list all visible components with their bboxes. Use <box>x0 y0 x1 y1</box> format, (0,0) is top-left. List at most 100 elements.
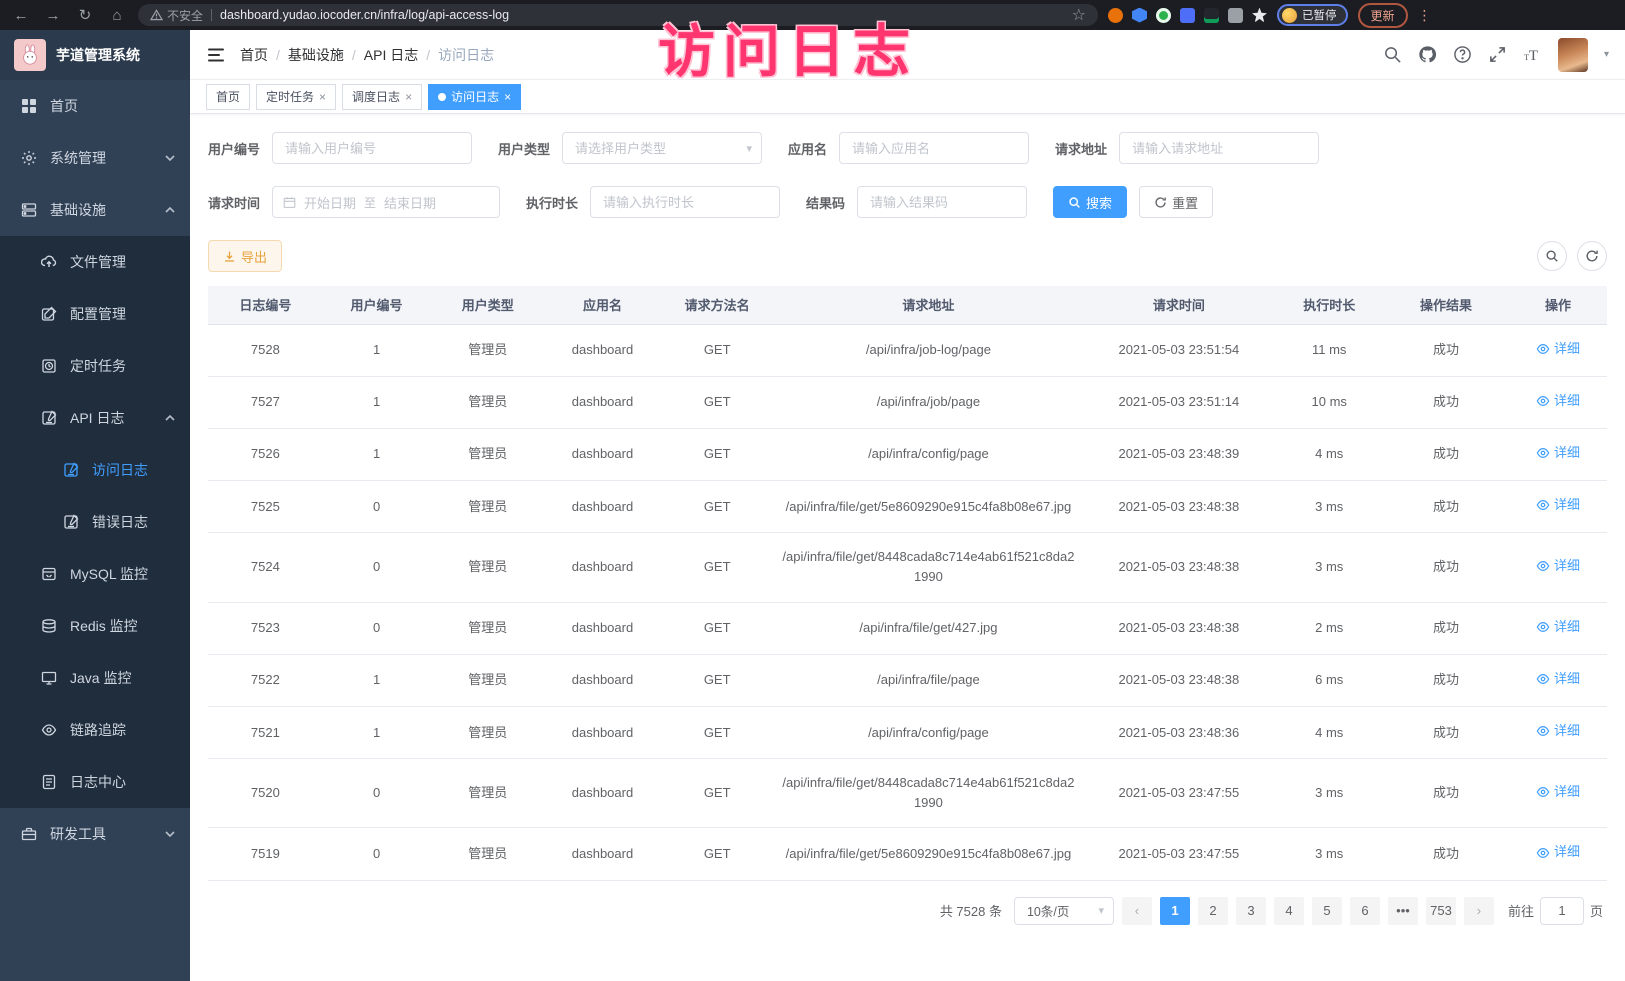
detail-button[interactable]: 详细 <box>1536 782 1580 802</box>
app-name-input[interactable] <box>839 132 1029 164</box>
browser-menu-icon[interactable]: ⋮ <box>1418 7 1432 24</box>
reset-button[interactable]: 重置 <box>1139 186 1213 218</box>
page-size-select[interactable]: ▾ <box>1014 897 1114 925</box>
detail-button[interactable]: 详细 <box>1536 556 1580 576</box>
browser-update-button[interactable]: 更新 <box>1358 3 1408 28</box>
browser-reload-button[interactable]: ↻ <box>74 6 96 24</box>
fullscreen-icon[interactable] <box>1488 45 1507 64</box>
search-icon <box>1068 196 1081 209</box>
page-button-5[interactable]: 5 <box>1312 897 1342 925</box>
sidebar-item-api-log[interactable]: API 日志 <box>0 392 190 444</box>
security-warning[interactable]: 不安全 <box>150 7 203 24</box>
detail-button[interactable]: 详细 <box>1536 391 1580 411</box>
tab-首页[interactable]: 首页 <box>206 84 250 110</box>
hamburger-icon[interactable] <box>206 45 226 65</box>
next-page-button[interactable]: › <box>1464 897 1494 925</box>
breadcrumb-item[interactable]: 首页 <box>240 45 268 65</box>
tab-访问日志[interactable]: 访问日志× <box>428 84 521 110</box>
close-icon[interactable]: × <box>504 90 511 104</box>
detail-button[interactable]: 详细 <box>1536 443 1580 463</box>
extension-icon[interactable] <box>1108 8 1123 23</box>
sidebar-item-home[interactable]: 首页 <box>0 80 190 132</box>
search-button[interactable]: 搜索 <box>1053 186 1127 218</box>
extension-icon[interactable] <box>1204 8 1219 23</box>
sidebar-item-system[interactable]: 系统管理 <box>0 132 190 184</box>
sidebar-item-log-center[interactable]: 日志中心 <box>0 756 190 808</box>
sidebar-item-dev-tools[interactable]: 研发工具 <box>0 808 190 860</box>
page-button-3[interactable]: 3 <box>1236 897 1266 925</box>
detail-button[interactable]: 详细 <box>1536 617 1580 637</box>
cell-method: GET <box>660 707 775 759</box>
pin-extension-icon[interactable] <box>1252 8 1267 23</box>
page-button-4[interactable]: 4 <box>1274 897 1304 925</box>
sidebar-item-redis[interactable]: Redis 监控 <box>0 600 190 652</box>
chevron-down-icon[interactable]: ▾ <box>1604 49 1609 60</box>
search-icon[interactable] <box>1383 45 1402 64</box>
user-id-input[interactable] <box>272 132 472 164</box>
close-icon[interactable]: × <box>405 90 412 104</box>
cell-method: GET <box>660 324 775 376</box>
user-type-select[interactable] <box>562 132 762 164</box>
sidebar-item-error-log[interactable]: 错误日志 <box>0 496 190 548</box>
extension-icon[interactable] <box>1132 8 1147 23</box>
tab-label: 首页 <box>216 88 240 105</box>
sidebar-item-label: 基础设施 <box>50 200 106 220</box>
browser-back-button[interactable]: ← <box>10 7 32 24</box>
duration-input[interactable] <box>590 186 780 218</box>
cell-request-url: /api/infra/config/page <box>775 428 1083 480</box>
refresh-table-button[interactable] <box>1577 241 1607 271</box>
extension-icon[interactable] <box>1180 8 1195 23</box>
address-bar[interactable]: 不安全 dashboard.yudao.iocoder.cn/infra/log… <box>138 4 1098 26</box>
help-icon[interactable] <box>1453 45 1472 64</box>
page-button-2[interactable]: 2 <box>1198 897 1228 925</box>
page-button-753[interactable]: 753 <box>1426 897 1456 925</box>
request-time-range-picker[interactable]: 开始日期 至 结束日期 <box>272 186 500 218</box>
browser-home-button[interactable]: ⌂ <box>106 7 128 24</box>
detail-button[interactable]: 详细 <box>1536 721 1580 741</box>
browser-profile-chip[interactable]: 已暂停 <box>1277 4 1348 26</box>
column-header: 执行时长 <box>1275 286 1383 324</box>
font-size-icon[interactable]: TT <box>1523 45 1542 64</box>
goto-page-input[interactable] <box>1540 897 1584 925</box>
cell-user-type: 管理员 <box>430 324 545 376</box>
extension-icon[interactable] <box>1228 8 1243 23</box>
detail-button[interactable]: 详细 <box>1536 669 1580 689</box>
breadcrumb-item[interactable]: API 日志 <box>364 45 418 65</box>
export-button[interactable]: 导出 <box>208 240 282 272</box>
more-pages-button[interactable]: ••• <box>1388 897 1418 925</box>
browser-forward-button[interactable]: → <box>42 7 64 24</box>
github-icon[interactable] <box>1418 45 1437 64</box>
sidebar-item-infra[interactable]: 基础设施 <box>0 184 190 236</box>
logo-rabbit-icon <box>14 39 46 71</box>
sidebar-item-job[interactable]: 定时任务 <box>0 340 190 392</box>
sidebar-logo[interactable]: 芋道管理系统 <box>0 30 190 80</box>
sidebar-item-file[interactable]: 文件管理 <box>0 236 190 288</box>
cell-request-time: 2021-05-03 23:48:38 <box>1082 481 1275 533</box>
result-code-input[interactable] <box>857 186 1027 218</box>
detail-button[interactable]: 详细 <box>1536 842 1580 862</box>
extension-icon[interactable] <box>1156 8 1171 23</box>
calendar-icon <box>283 196 296 209</box>
cell-app-name: dashboard <box>545 324 660 376</box>
sidebar-item-config[interactable]: 配置管理 <box>0 288 190 340</box>
detail-button[interactable]: 详细 <box>1536 339 1580 359</box>
sidebar-item-mysql[interactable]: MySQL 监控 <box>0 548 190 600</box>
breadcrumb-item[interactable]: 基础设施 <box>288 45 344 65</box>
cell-user-type: 管理员 <box>430 759 545 828</box>
prev-page-button[interactable]: ‹ <box>1122 897 1152 925</box>
sidebar-item-access-log[interactable]: 访问日志 <box>0 444 190 496</box>
sidebar-item-trace[interactable]: 链路追踪 <box>0 704 190 756</box>
tab-定时任务[interactable]: 定时任务× <box>256 84 336 110</box>
sidebar-item-java[interactable]: Java 监控 <box>0 652 190 704</box>
user-avatar[interactable] <box>1558 38 1588 72</box>
close-icon[interactable]: × <box>319 90 326 104</box>
tab-调度日志[interactable]: 调度日志× <box>342 84 422 110</box>
toggle-search-button[interactable] <box>1537 241 1567 271</box>
page-button-6[interactable]: 6 <box>1350 897 1380 925</box>
bookmark-star-icon[interactable]: ☆ <box>1072 5 1086 25</box>
detail-button[interactable]: 详细 <box>1536 495 1580 515</box>
cell-request-url: /api/infra/file/get/5e8609290e915c4fa8b0… <box>775 828 1083 880</box>
page-button-1[interactable]: 1 <box>1160 897 1190 925</box>
request-url-input[interactable] <box>1119 132 1319 164</box>
top-navbar: 首页/基础设施/API 日志/访问日志 TT ▾ <box>190 30 1625 80</box>
